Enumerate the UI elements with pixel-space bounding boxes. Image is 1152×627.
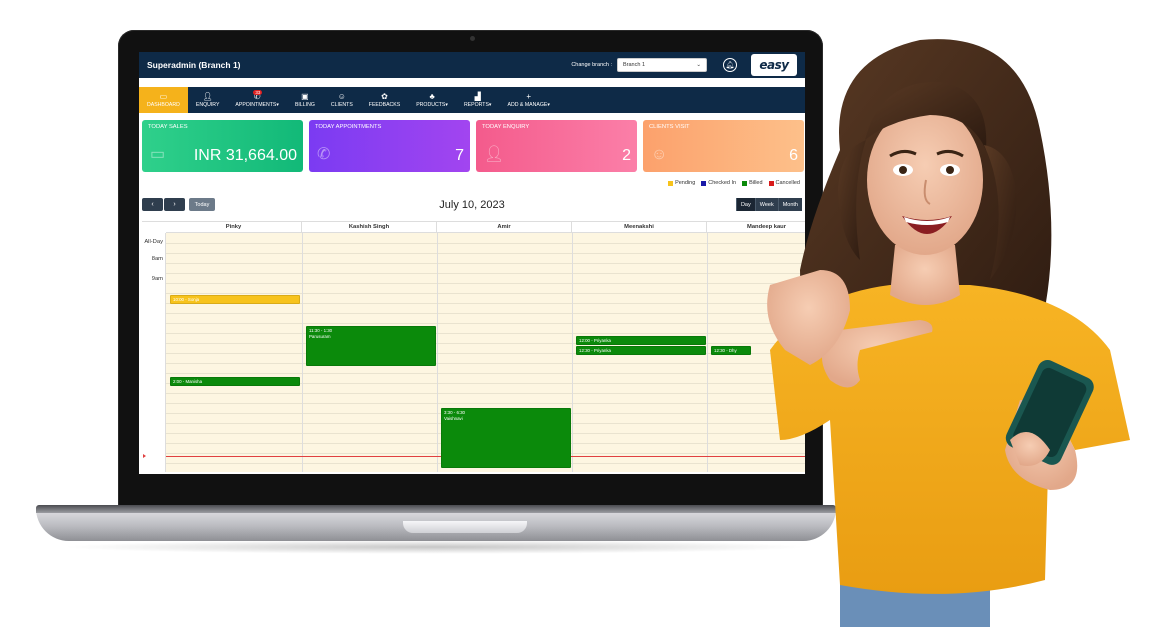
time-column: All-Day 8am 9am	[142, 233, 166, 472]
woman-illustration	[767, 39, 1130, 627]
dashboard-icon: ▭	[159, 92, 168, 101]
nav-clients[interactable]: ☺ CLIENTS	[323, 87, 361, 113]
prev-button[interactable]: ‹	[142, 198, 163, 211]
user-plus-icon: 👤︎	[202, 92, 213, 101]
card-value: 2	[622, 147, 631, 164]
card-title: TODAY SALES	[148, 124, 188, 130]
nav-reports[interactable]: ▟ REPORTS▾	[456, 87, 500, 113]
card-title: TODAY APPOINTMENTS	[315, 124, 382, 130]
nav-appointments[interactable]: ✆ 33 APPOINTMENTS▾	[227, 87, 287, 113]
user-plus-icon: 👤︎	[484, 146, 505, 163]
appointment-event[interactable]: 2:00 - Manisha	[170, 377, 300, 386]
nav-label: PRODUCTS▾	[416, 102, 448, 108]
laptop-notch	[403, 521, 527, 533]
smiley-icon: ☺	[337, 92, 346, 101]
nav-label: ENQUIRY	[195, 102, 220, 108]
nav-products[interactable]: ♣ PRODUCTS▾	[408, 87, 456, 113]
phone-icon: ✆	[317, 146, 331, 163]
staff-column-header: Pinky	[166, 222, 302, 233]
billing-icon: ▣	[301, 92, 309, 101]
appointment-event[interactable]: 11:30 - 1:30 Parusuram	[306, 326, 436, 366]
card-today-appointments[interactable]: TODAY APPOINTMENTS ✆ 7	[309, 120, 470, 172]
nav-label: FEEDBACKS	[368, 102, 401, 108]
nav-label: ADD & MANAGE▾	[507, 102, 550, 108]
appointment-event[interactable]: 3:30 - 6:30 Vaishnavi	[441, 408, 571, 468]
time-label: All-Day	[144, 239, 163, 245]
nav-dashboard[interactable]: ▭ DASHBOARD	[139, 87, 188, 113]
staff-column-header: Meenakshi	[572, 222, 707, 233]
grid-column-line	[302, 233, 303, 472]
gear-icon: ✿	[381, 92, 388, 101]
nav-label: APPOINTMENTS▾	[235, 102, 279, 108]
today-button[interactable]: Today	[189, 198, 215, 211]
card-today-sales[interactable]: TODAY SALES ▭ INR 31,664.00	[142, 120, 303, 172]
change-branch-label: Change branch :	[571, 62, 612, 68]
appointment-event[interactable]: 10:00 - Sonja	[170, 295, 300, 304]
webcam	[470, 36, 475, 41]
card-value: INR 31,664.00	[193, 147, 297, 164]
staff-column-header: Amir	[437, 222, 572, 233]
time-label: 8am	[151, 256, 163, 262]
appointment-event[interactable]: 12:30 - Priyanka	[576, 346, 706, 355]
card-icon: ▭	[150, 146, 166, 163]
card-today-enquiry[interactable]: TODAY ENQUIRY 👤︎ 2	[476, 120, 637, 172]
grid-column-line	[437, 233, 438, 472]
branch-select-value: Branch 1	[623, 62, 646, 68]
next-button[interactable]: ›	[164, 198, 185, 211]
nav-billing[interactable]: ▣ BILLING	[287, 87, 323, 113]
staff-column-header: Kashish Singh	[302, 222, 437, 233]
current-time-arrow	[143, 454, 146, 458]
card-value: 7	[455, 147, 464, 164]
time-label: 9am	[151, 276, 163, 282]
nav-add-manage[interactable]: + ADD & MANAGE▾	[500, 87, 558, 113]
nav-label: DASHBOARD	[147, 102, 180, 108]
appointment-event[interactable]: 12:00 - Priyanka	[576, 336, 706, 345]
plus-icon: +	[526, 92, 532, 101]
bar-chart-icon: ▟	[474, 92, 481, 101]
grid-column-line	[572, 233, 573, 472]
nav-label: REPORTS▾	[463, 102, 492, 108]
nav-label: CLIENTS	[330, 102, 353, 108]
appointments-badge: 33	[253, 90, 263, 95]
card-title: CLIENTS VISIT	[649, 124, 690, 130]
nav-enquiry[interactable]: 👤︎ ENQUIRY	[188, 87, 228, 113]
card-title: TODAY ENQUIRY	[482, 124, 530, 130]
products-icon: ♣	[429, 92, 435, 101]
promo-stage: { "app": { "title": "Superadmin (Branch …	[0, 0, 1152, 627]
nav-feedbacks[interactable]: ✿ FEEDBACKS	[361, 87, 408, 113]
smiley-icon: ☺	[651, 146, 668, 163]
nav-label: BILLING	[294, 102, 315, 108]
app-title: Superadmin (Branch 1)	[147, 60, 241, 70]
